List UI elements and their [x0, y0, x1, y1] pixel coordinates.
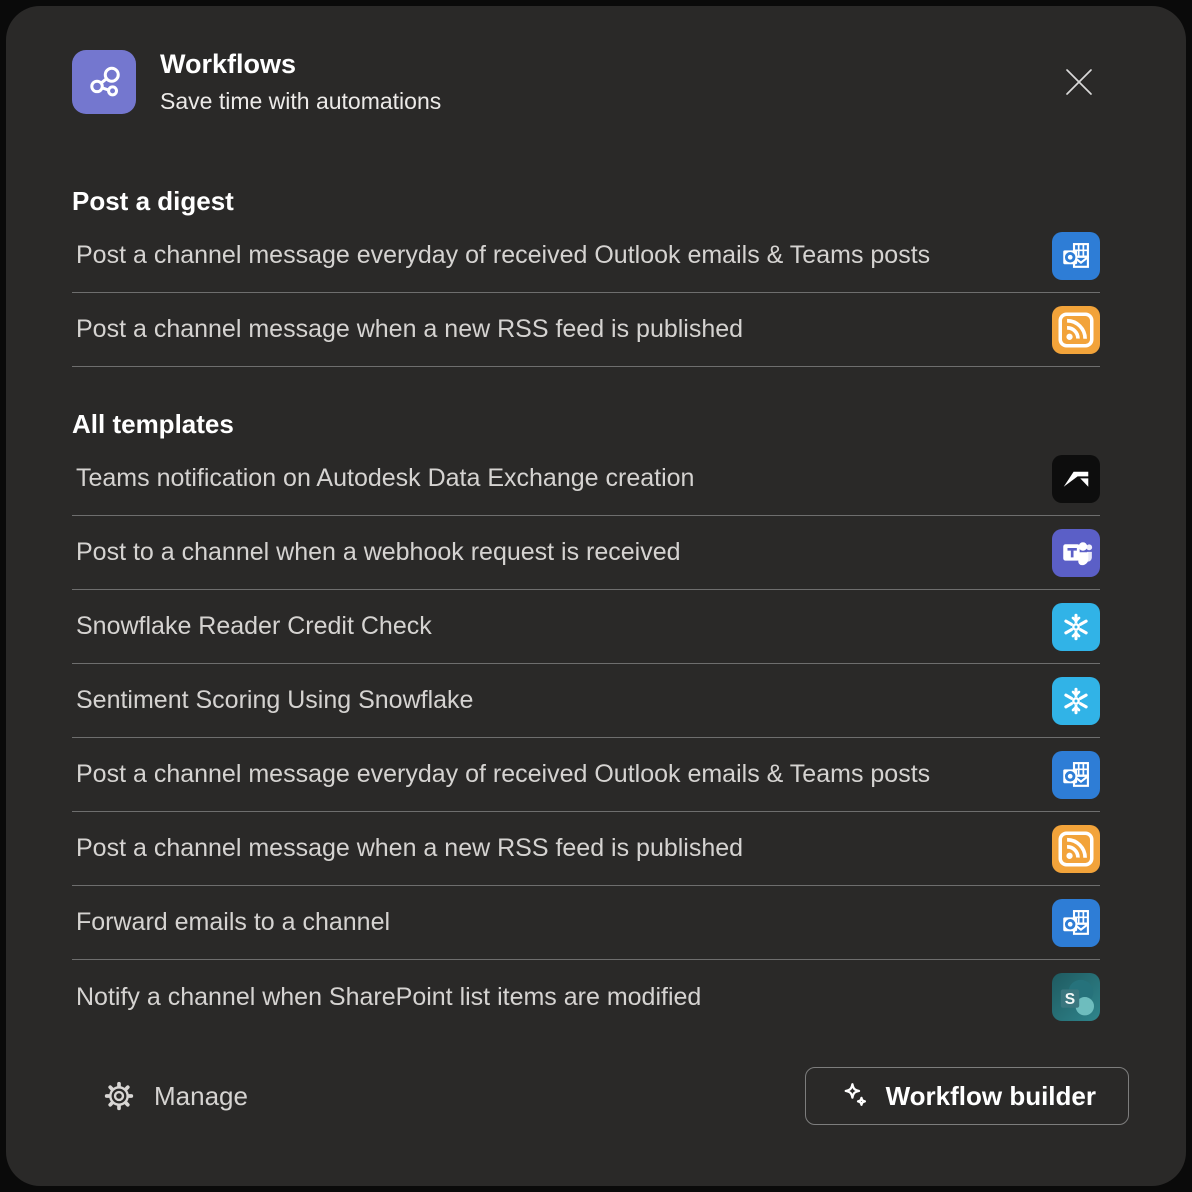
template-label: Sentiment Scoring Using Snowflake	[72, 686, 473, 715]
snowflake-icon	[1052, 603, 1100, 651]
manage-button[interactable]: Manage	[102, 1079, 248, 1113]
template-label: Post to a channel when a webhook request…	[72, 538, 681, 567]
autodesk-icon	[1052, 455, 1100, 503]
section-post-a-digest: Post a digest Post a channel message ever…	[72, 186, 1100, 367]
template-label: Post a channel message when a new RSS fe…	[72, 834, 743, 863]
template-label: Post a channel message when a new RSS fe…	[72, 315, 743, 344]
dialog-footer: Manage Workflow builder	[72, 1067, 1100, 1125]
workflows-dialog: Workflows Save time with automations Pos…	[6, 6, 1186, 1186]
outlook-icon	[1052, 751, 1100, 799]
close-icon	[1062, 65, 1096, 99]
rss-icon	[1052, 306, 1100, 354]
teams-icon	[1052, 529, 1100, 577]
sharepoint-icon: S	[1052, 973, 1100, 1021]
dialog-header: Workflows Save time with automations	[72, 50, 1100, 114]
workflow-template-row[interactable]: Post a channel message everyday of recei…	[72, 738, 1100, 812]
workflow-template-row[interactable]: Post to a channel when a webhook request…	[72, 516, 1100, 590]
outlook-icon	[1052, 899, 1100, 947]
template-sections: Post a digest Post a channel message ever…	[72, 186, 1100, 1034]
workflow-template-row[interactable]: Teams notification on Autodesk Data Exch…	[72, 442, 1100, 516]
template-label: Post a channel message everyday of recei…	[72, 760, 930, 789]
rss-icon	[1052, 825, 1100, 873]
workflow-template-row[interactable]: Post a channel message when a new RSS fe…	[72, 293, 1100, 367]
outlook-icon	[1052, 232, 1100, 280]
sparkle-icon	[838, 1080, 870, 1112]
workflow-template-row[interactable]: Post a channel message when a new RSS fe…	[72, 812, 1100, 886]
dialog-title: Workflows	[160, 49, 441, 80]
workflow-share-icon	[72, 50, 136, 114]
workflow-template-row[interactable]: Notify a channel when SharePoint list it…	[72, 960, 1100, 1034]
template-label: Post a channel message everyday of recei…	[72, 241, 930, 270]
dialog-subtitle: Save time with automations	[160, 88, 441, 115]
template-label: Notify a channel when SharePoint list it…	[72, 983, 701, 1012]
workflow-template-row[interactable]: Snowflake Reader Credit Check	[72, 590, 1100, 664]
svg-text:S: S	[1065, 991, 1075, 1008]
gear-icon	[102, 1079, 136, 1113]
manage-label: Manage	[154, 1083, 248, 1109]
workflow-template-row[interactable]: Sentiment Scoring Using Snowflake	[72, 664, 1100, 738]
workflow-template-row[interactable]: Post a channel message everyday of recei…	[72, 219, 1100, 293]
snowflake-icon	[1052, 677, 1100, 725]
section-all-templates: All templates Teams notification on Autod…	[72, 409, 1100, 1034]
section-title: All templates	[72, 409, 1100, 439]
workflow-builder-button[interactable]: Workflow builder	[805, 1067, 1129, 1125]
template-label: Teams notification on Autodesk Data Exch…	[72, 464, 694, 493]
workflow-builder-label: Workflow builder	[886, 1083, 1096, 1109]
close-button[interactable]	[1062, 65, 1096, 99]
header-text: Workflows Save time with automations	[160, 49, 441, 114]
workflow-template-row[interactable]: Forward emails to a channel	[72, 886, 1100, 960]
template-label: Snowflake Reader Credit Check	[72, 612, 432, 641]
section-title: Post a digest	[72, 186, 1100, 216]
template-label: Forward emails to a channel	[72, 908, 390, 937]
